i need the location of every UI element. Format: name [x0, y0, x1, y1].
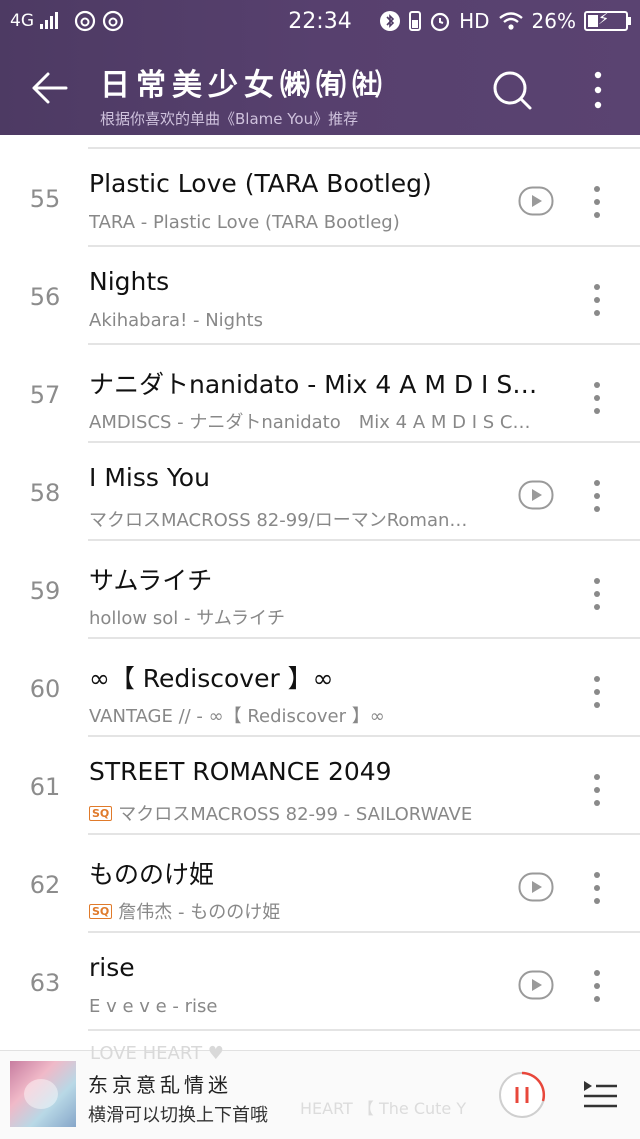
playlist-queue-icon[interactable] — [582, 1077, 618, 1111]
track-number: 58 — [29, 479, 61, 507]
song-artist-line: TARA - Plastic Love (TARA Bootleg) — [89, 212, 559, 233]
track-number: 63 — [29, 969, 61, 997]
song-artist: Akihabara! - Nights — [89, 310, 263, 331]
song-more-icon[interactable] — [590, 479, 604, 513]
alarm-icon — [430, 12, 450, 32]
song-more-icon[interactable] — [590, 577, 604, 611]
song-row[interactable]: 61 STREET ROMANCE 2049 SQ マクロスMACROSS 82… — [0, 737, 640, 835]
now-playing-hint: 横滑可以切换上下首哦 — [88, 1105, 268, 1126]
more-options-icon[interactable] — [588, 70, 608, 110]
wifi-icon — [498, 12, 523, 30]
song-more-icon[interactable] — [590, 969, 604, 1003]
song-more-icon[interactable] — [590, 283, 604, 317]
song-artist: マクロスMACROSS 82-99/ローマンRoman… — [89, 510, 468, 531]
song-artist: AMDISCS - ナニダトnanidato Mix 4 A M D I S C… — [89, 412, 531, 433]
page-title: 日常美少女㈱㈲㈳ — [100, 68, 388, 103]
song-title: STREET ROMANCE 2049 — [89, 757, 392, 786]
status-bar: 4G 22:34 HD 26% ⚡ — [0, 0, 640, 44]
song-artist: TARA - Plastic Love (TARA Bootleg) — [89, 212, 400, 233]
pause-icon[interactable] — [498, 1071, 546, 1119]
song-title: I Miss You — [89, 463, 210, 492]
track-number: 62 — [29, 871, 61, 899]
song-more-icon[interactable] — [590, 871, 604, 905]
toolbar: 日常美少女㈱㈲㈳ 根据你喜欢的单曲《Blame You》推荐 — [0, 44, 640, 135]
song-artist-line: Akihabara! - Nights — [89, 310, 559, 331]
song-artist-line: SQ 詹伟杰 - もののけ姫 — [89, 898, 559, 924]
hd-label: HD — [459, 9, 490, 33]
song-more-icon[interactable] — [590, 185, 604, 219]
song-artist: 詹伟杰 - もののけ姫 — [118, 902, 281, 923]
song-title: サムライチ — [89, 566, 213, 595]
song-title: もののけ姫 — [89, 860, 215, 889]
back-arrow-icon[interactable] — [28, 66, 72, 110]
bluetooth-icon — [380, 11, 401, 31]
battery-percent: 26% — [531, 9, 576, 33]
mini-player[interactable]: LOVE HEART ♥ HEART 【 The Cute Y 东京意乱情迷 横… — [0, 1043, 640, 1139]
sq-badge: SQ — [89, 805, 113, 821]
song-row[interactable]: 55 Plastic Love (TARA Bootleg) TARA - Pl… — [0, 149, 640, 247]
track-number: 59 — [29, 577, 61, 605]
song-row[interactable]: 59 サムライチ hollow sol - サムライチ — [0, 541, 640, 639]
song-row[interactable]: 58 I Miss You マクロスMACROSS 82-99/ローマンRoma… — [0, 443, 640, 541]
song-artist-line: hollow sol - サムライチ — [89, 604, 559, 630]
song-row[interactable]: 56 Nights Akihabara! - Nights — [0, 247, 640, 345]
battery-icon: ⚡ — [584, 9, 631, 31]
song-artist: hollow sol - サムライチ — [89, 608, 285, 629]
song-row[interactable]: 57 ナニダトnanidato - Mix 4 A M D I S… AMDIS… — [0, 345, 640, 443]
song-more-icon[interactable] — [590, 381, 604, 415]
song-list[interactable]: 55 Plastic Love (TARA Bootleg) TARA - Pl… — [0, 135, 640, 1050]
song-row[interactable]: 60 ∞【 Rediscover 】∞ VANTAGE // - ∞【 Redi… — [0, 639, 640, 737]
song-artist-line: AMDISCS - ナニダトnanidato Mix 4 A M D I S C… — [89, 408, 559, 434]
header-bar: 4G 22:34 HD 26% ⚡ 日常美少女㈱㈲㈳ 根据你喜欢的单曲《Blam… — [0, 0, 640, 135]
song-artist-line: マクロスMACROSS 82-99/ローマンRoman… — [89, 506, 559, 532]
track-number: 56 — [29, 283, 61, 311]
song-more-icon[interactable] — [590, 773, 604, 807]
song-title: ∞【 Rediscover 】∞ — [89, 664, 334, 693]
play-video-icon[interactable] — [518, 872, 554, 902]
page-subtitle: 根据你喜欢的单曲《Blame You》推荐 — [100, 110, 359, 128]
song-artist-line: E v e v e - rise — [89, 996, 559, 1017]
now-playing-title: 东京意乱情迷 — [88, 1073, 232, 1097]
ghost-row-artist: HEART 【 The Cute Y — [300, 1099, 467, 1118]
song-row[interactable]: 62 もののけ姫 SQ 詹伟杰 - もののけ姫 — [0, 835, 640, 933]
song-more-icon[interactable] — [590, 675, 604, 709]
track-number: 55 — [29, 185, 61, 213]
sq-badge: SQ — [89, 903, 113, 919]
song-title: Plastic Love (TARA Bootleg) — [89, 169, 432, 198]
song-row[interactable]: 63 rise E v e v e - rise — [0, 933, 640, 1031]
ghost-row-title: LOVE HEART ♥ — [90, 1043, 224, 1064]
track-number: 57 — [29, 381, 61, 409]
play-video-icon[interactable] — [518, 186, 554, 216]
search-icon[interactable] — [490, 68, 534, 112]
song-artist-line: SQ マクロスMACROSS 82-99 - SAILORWAVE — [89, 800, 559, 826]
track-number: 61 — [29, 773, 61, 801]
play-video-icon[interactable] — [518, 480, 554, 510]
song-artist: E v e v e - rise — [89, 996, 218, 1017]
song-artist: VANTAGE // - ∞【 Rediscover 】∞ — [89, 706, 385, 727]
track-number: 60 — [29, 675, 61, 703]
album-cover[interactable] — [10, 1061, 76, 1127]
song-artist-line: VANTAGE // - ∞【 Rediscover 】∞ — [89, 702, 559, 728]
song-artist: マクロスMACROSS 82-99 - SAILORWAVE — [118, 804, 473, 825]
divider — [88, 1029, 640, 1031]
song-title: Nights — [89, 267, 170, 296]
play-video-icon[interactable] — [518, 970, 554, 1000]
song-title: ナニダトnanidato - Mix 4 A M D I S… — [89, 370, 538, 399]
song-title: rise — [89, 953, 135, 982]
sim-icon — [409, 11, 422, 31]
